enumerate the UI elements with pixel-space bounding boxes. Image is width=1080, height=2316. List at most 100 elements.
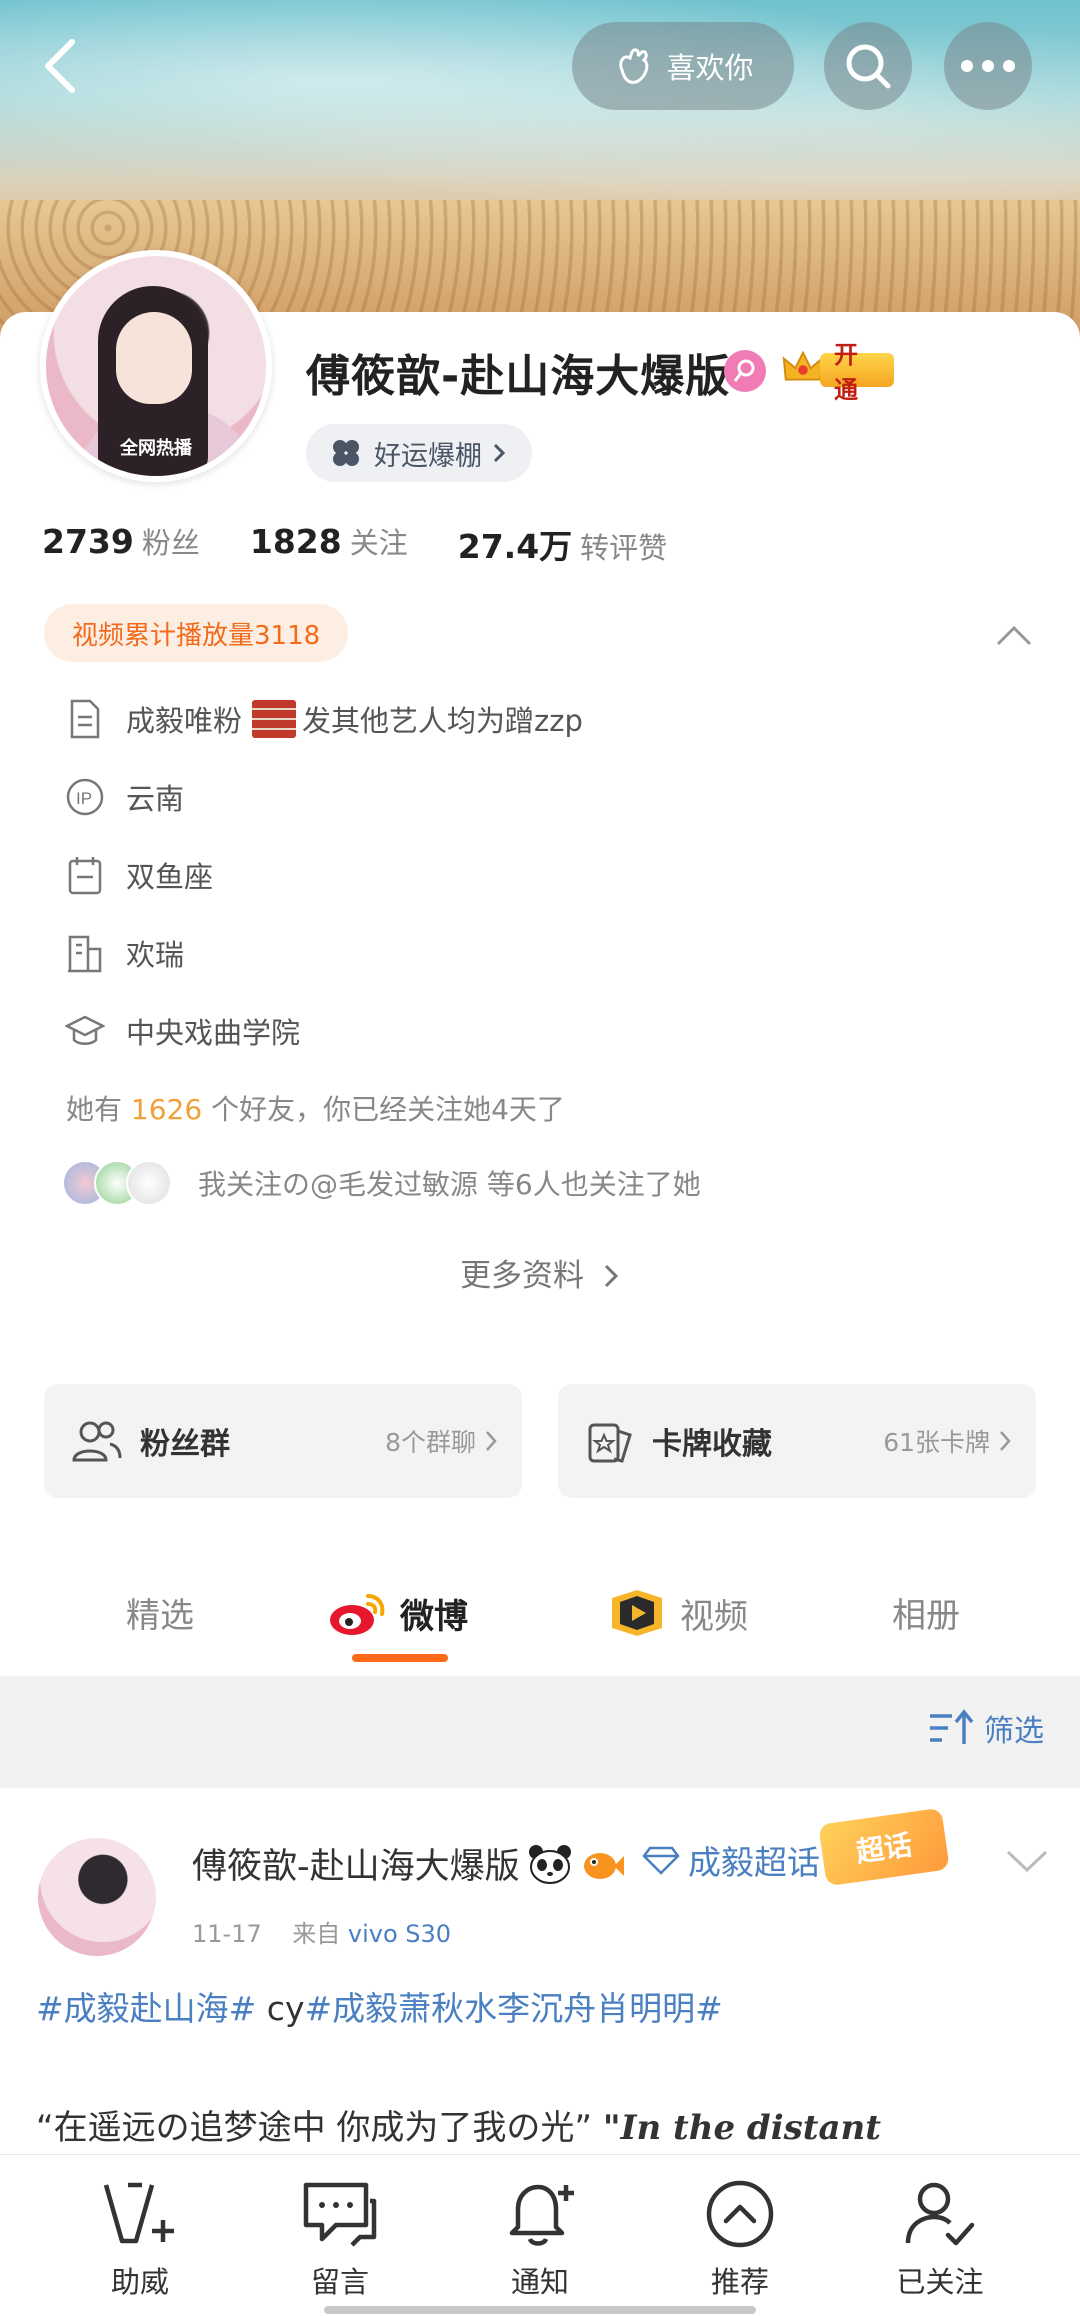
- stat-following-label: 关注: [349, 526, 408, 560]
- post-author-name[interactable]: 傅筱歆-赴山海大爆版: [192, 1838, 624, 1889]
- fans-group-count: 8个群聊: [385, 1428, 476, 1457]
- school-text: 中央戏曲学院: [126, 1016, 301, 1050]
- post-body: “在遥远の追梦途中 你成为了我の光” "In the distant: [36, 2100, 881, 2149]
- nav-followed[interactable]: 已关注: [870, 2179, 1010, 2301]
- post-hashtags: #成毅赴山海# cy#成毅萧秋水李沉舟肖明明#: [36, 1982, 723, 2030]
- video-play-icon: [612, 1590, 662, 1636]
- back-button[interactable]: [28, 22, 92, 110]
- diamond-icon: [642, 1846, 680, 1875]
- avatar-caption: 全网热播: [120, 438, 192, 459]
- tab-video[interactable]: 视频: [606, 1588, 748, 1638]
- info-location: IP 云南: [64, 772, 184, 822]
- chevron-up-icon[interactable]: [994, 620, 1034, 650]
- info-zodiac: 双鱼座: [64, 850, 213, 900]
- clover-icon: [333, 440, 359, 466]
- post-source-device[interactable]: vivo S30: [348, 1920, 451, 1948]
- stat-fans[interactable]: 2739 粉丝: [42, 520, 200, 568]
- location-text: 云南: [126, 782, 185, 816]
- tab-album-label: 相册: [892, 1596, 960, 1636]
- cover-sea: [0, 0, 1080, 200]
- tab-weibo[interactable]: 微博: [328, 1588, 468, 1638]
- profile-stats: 2739 粉丝 1828 关注 27.4万 转评赞: [42, 520, 667, 568]
- tab-featured-label: 精选: [126, 1596, 194, 1636]
- card-collection-count: 61张卡牌: [883, 1428, 990, 1457]
- nav-message-label: 留言: [310, 2265, 369, 2299]
- chevron-down-icon[interactable]: [1004, 1846, 1050, 1876]
- card-star-icon: [588, 1423, 632, 1463]
- post-date: 11-17: [192, 1920, 262, 1948]
- zodiac-text: 双鱼座: [126, 860, 214, 894]
- tab-album[interactable]: 相册: [892, 1588, 960, 1637]
- mutual-text: 我关注の@毛发过敏源 等6人也关注了她: [198, 1168, 701, 1201]
- people-icon: [72, 1421, 122, 1462]
- hashtag-link[interactable]: #成毅赴山海#: [36, 1989, 256, 2028]
- ip-location-icon: IP: [64, 776, 106, 818]
- card-collection-title: 卡牌收藏: [652, 1427, 772, 1462]
- post-text-mid: cy: [256, 1989, 305, 2028]
- search-icon: [846, 44, 891, 89]
- friends-prefix: 她有: [66, 1093, 123, 1126]
- stat-reposts[interactable]: 27.4万 转评赞: [458, 520, 667, 568]
- info-company: 欢瑞: [64, 928, 184, 978]
- info-school: 中央戏曲学院: [64, 1006, 300, 1056]
- post-topic-label: 成毅超话: [688, 1843, 820, 1882]
- bio-suffix: 发其他艺人均为蹭zzp: [302, 704, 583, 738]
- vip-open-label: 开通: [820, 341, 894, 404]
- post-topic-link[interactable]: 成毅超话: [642, 1836, 820, 1884]
- profile-name: 傅筱歆-赴山海大爆版: [306, 351, 731, 402]
- back-arrow-icon: [45, 39, 75, 93]
- luck-status-pill[interactable]: 好运爆棚: [306, 424, 532, 482]
- search-button[interactable]: [824, 22, 912, 110]
- svg-text:IP: IP: [76, 789, 92, 808]
- post-body-cn: “在遥远の追梦途中 你成为了我の光”: [36, 2108, 593, 2148]
- fans-group-card[interactable]: 粉丝群 8个群聊: [44, 1384, 522, 1498]
- more-button[interactable]: [944, 22, 1032, 110]
- more-info-link[interactable]: 更多资料: [0, 1250, 1080, 1295]
- nav-followed-label: 已关注: [896, 2265, 984, 2299]
- building-icon: [64, 932, 106, 974]
- nav-notify-label: 通知: [510, 2265, 569, 2299]
- stat-reposts-label: 转评赞: [580, 531, 668, 565]
- profile-avatar[interactable]: 全网热播: [40, 250, 272, 482]
- tab-featured[interactable]: 精选: [126, 1588, 194, 1637]
- panda-emoji-icon: [528, 1844, 571, 1884]
- vip-open-badge[interactable]: 开通: [780, 341, 894, 404]
- info-bio: 成毅唯粉 发其他艺人均为蹭zzp: [64, 694, 583, 744]
- stat-reposts-count: 27.4万: [457, 527, 573, 566]
- nav-cheer-label: 助威: [110, 2265, 169, 2299]
- like-you-button[interactable]: 喜欢你: [572, 22, 794, 110]
- card-collection-card[interactable]: 卡牌收藏 61张卡牌: [558, 1384, 1036, 1498]
- more-info-label: 更多资料: [460, 1258, 585, 1294]
- active-tab-indicator: [352, 1654, 448, 1662]
- chevron-right-icon: [604, 1264, 619, 1288]
- tab-video-label: 视频: [680, 1596, 748, 1637]
- profile-tabs: 精选 微博 视频 相册: [0, 1570, 1080, 1670]
- chevron-right-icon: [486, 1431, 497, 1451]
- video-plays-tag[interactable]: 视频累计播放量3118: [44, 604, 349, 662]
- document-icon: [64, 698, 106, 740]
- more-dots-icon: [961, 60, 1015, 72]
- bell-plus-icon: [509, 2184, 574, 2246]
- filter-button[interactable]: 筛选: [928, 1706, 1044, 1750]
- chevron-right-icon: [1000, 1431, 1011, 1451]
- bio-prefix: 成毅唯粉: [126, 704, 243, 738]
- nav-notify[interactable]: 通知: [470, 2179, 610, 2301]
- mutual-avatar-3: [126, 1160, 172, 1206]
- post-author-avatar[interactable]: [38, 1838, 156, 1956]
- weibo-logo-icon: [330, 1594, 385, 1635]
- chat-bubble-icon: [303, 2182, 377, 2247]
- filter-sort-icon: [930, 1709, 974, 1744]
- friends-count: 1626: [130, 1093, 203, 1126]
- nav-recommend[interactable]: 推荐: [670, 2179, 810, 2301]
- friends-summary: 她有 1626 个好友，你已经关注她4天了: [66, 1088, 565, 1128]
- stat-following[interactable]: 1828 关注: [250, 520, 408, 568]
- hashtag-link[interactable]: #成毅萧秋水李沉舟肖明明#: [304, 1989, 722, 2028]
- company-text: 欢瑞: [126, 938, 185, 972]
- female-badge-icon[interactable]: [724, 350, 766, 392]
- nav-message[interactable]: 留言: [270, 2179, 410, 2301]
- bottom-action-bar: 助威 留言 通知 推荐 已关注: [0, 2154, 1080, 2316]
- nav-cheer[interactable]: 助威: [70, 2179, 210, 2301]
- luck-label: 好运爆棚: [374, 440, 482, 472]
- mutual-followers[interactable]: 我关注の@毛发过敏源 等6人也关注了她: [62, 1156, 701, 1210]
- home-indicator[interactable]: [324, 2306, 756, 2314]
